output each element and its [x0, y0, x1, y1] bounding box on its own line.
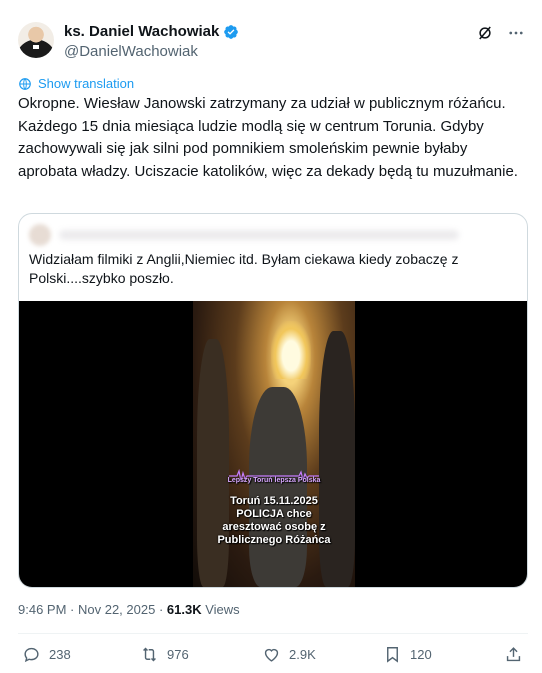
- quoted-tweet-text: Widziałam filmiki z Anglii,Niemiec itd. …: [29, 251, 459, 286]
- tweet-meta: 9:46 PM · Nov 22, 2025 · 61.3K Views: [18, 602, 240, 617]
- more-icon[interactable]: [506, 24, 526, 42]
- globe-icon: [19, 77, 31, 90]
- video-frame[interactable]: Lepszy Toruń lepsza Polska Toruń 15.11.2…: [193, 301, 355, 587]
- quoted-video-player[interactable]: Lepszy Toruń lepsza Polska Toruń 15.11.2…: [19, 301, 527, 587]
- show-translation-label[interactable]: Show translation: [38, 76, 134, 91]
- meta-separator: ·: [155, 602, 167, 617]
- quoted-tweet[interactable]: Widziałam filmiki z Anglii,Niemiec itd. …: [18, 213, 528, 588]
- show-translation-link[interactable]: Show translation: [18, 76, 134, 91]
- quoted-author-name-blurred: [59, 230, 459, 240]
- bookmark-button[interactable]: 120: [383, 645, 432, 664]
- share-icon: [506, 647, 521, 662]
- quoted-author-blurred: [29, 224, 509, 246]
- tweet-header: ks. Daniel Wachowiak @DanielWachowiak: [18, 20, 528, 64]
- tweet-date[interactable]: Nov 22, 2025: [78, 602, 155, 617]
- author-avatar[interactable]: [18, 22, 54, 58]
- grok-icon[interactable]: [476, 24, 494, 42]
- person-figure: [249, 387, 307, 587]
- repost-button[interactable]: 976: [140, 645, 189, 664]
- chandelier-image: [271, 321, 311, 379]
- bookmark-icon: [387, 647, 398, 663]
- action-bar: 238 976 2.9K 120: [18, 645, 528, 667]
- share-button[interactable]: [504, 645, 523, 664]
- video-caption-line: POLICJA chce: [236, 508, 312, 520]
- video-caption-line: Toruń 15.11.2025: [230, 495, 318, 507]
- author-handle[interactable]: @DanielWachowiak: [64, 42, 239, 62]
- video-watermark: Lepszy Toruń lepsza Polska: [227, 477, 321, 484]
- tweet-text: Okropne. Wiesław Janowski zatrzymany za …: [18, 95, 518, 180]
- repost-count: 976: [167, 647, 189, 662]
- reply-icon: [24, 647, 39, 663]
- video-caption: Toruń 15.11.2025 POLICJA chce aresztować…: [193, 495, 355, 547]
- views-label: Views: [201, 602, 240, 617]
- heart-icon: [264, 648, 279, 662]
- meta-separator: ·: [66, 602, 78, 617]
- views-count: 61.3K: [166, 602, 202, 617]
- video-caption-line: Publicznego Różańca: [217, 534, 331, 546]
- quoted-author-avatar: [29, 224, 51, 246]
- author-display-name[interactable]: ks. Daniel Wachowiak: [64, 22, 219, 42]
- bookmark-count: 120: [410, 647, 432, 662]
- tweet-time[interactable]: 9:46 PM: [18, 602, 66, 617]
- author-display-name-row[interactable]: ks. Daniel Wachowiak: [64, 22, 239, 42]
- verified-badge-icon: [224, 25, 239, 39]
- repost-icon: [143, 647, 156, 662]
- like-button[interactable]: 2.9K: [262, 645, 316, 664]
- reply-count: 238: [49, 647, 71, 662]
- person-figure: [319, 331, 355, 587]
- video-caption-line: aresztować osobę z: [222, 521, 326, 533]
- reply-button[interactable]: 238: [22, 645, 71, 664]
- like-count: 2.9K: [289, 647, 316, 662]
- author-name-block: ks. Daniel Wachowiak @DanielWachowiak: [64, 22, 239, 62]
- person-figure: [197, 339, 229, 587]
- divider: [18, 633, 528, 634]
